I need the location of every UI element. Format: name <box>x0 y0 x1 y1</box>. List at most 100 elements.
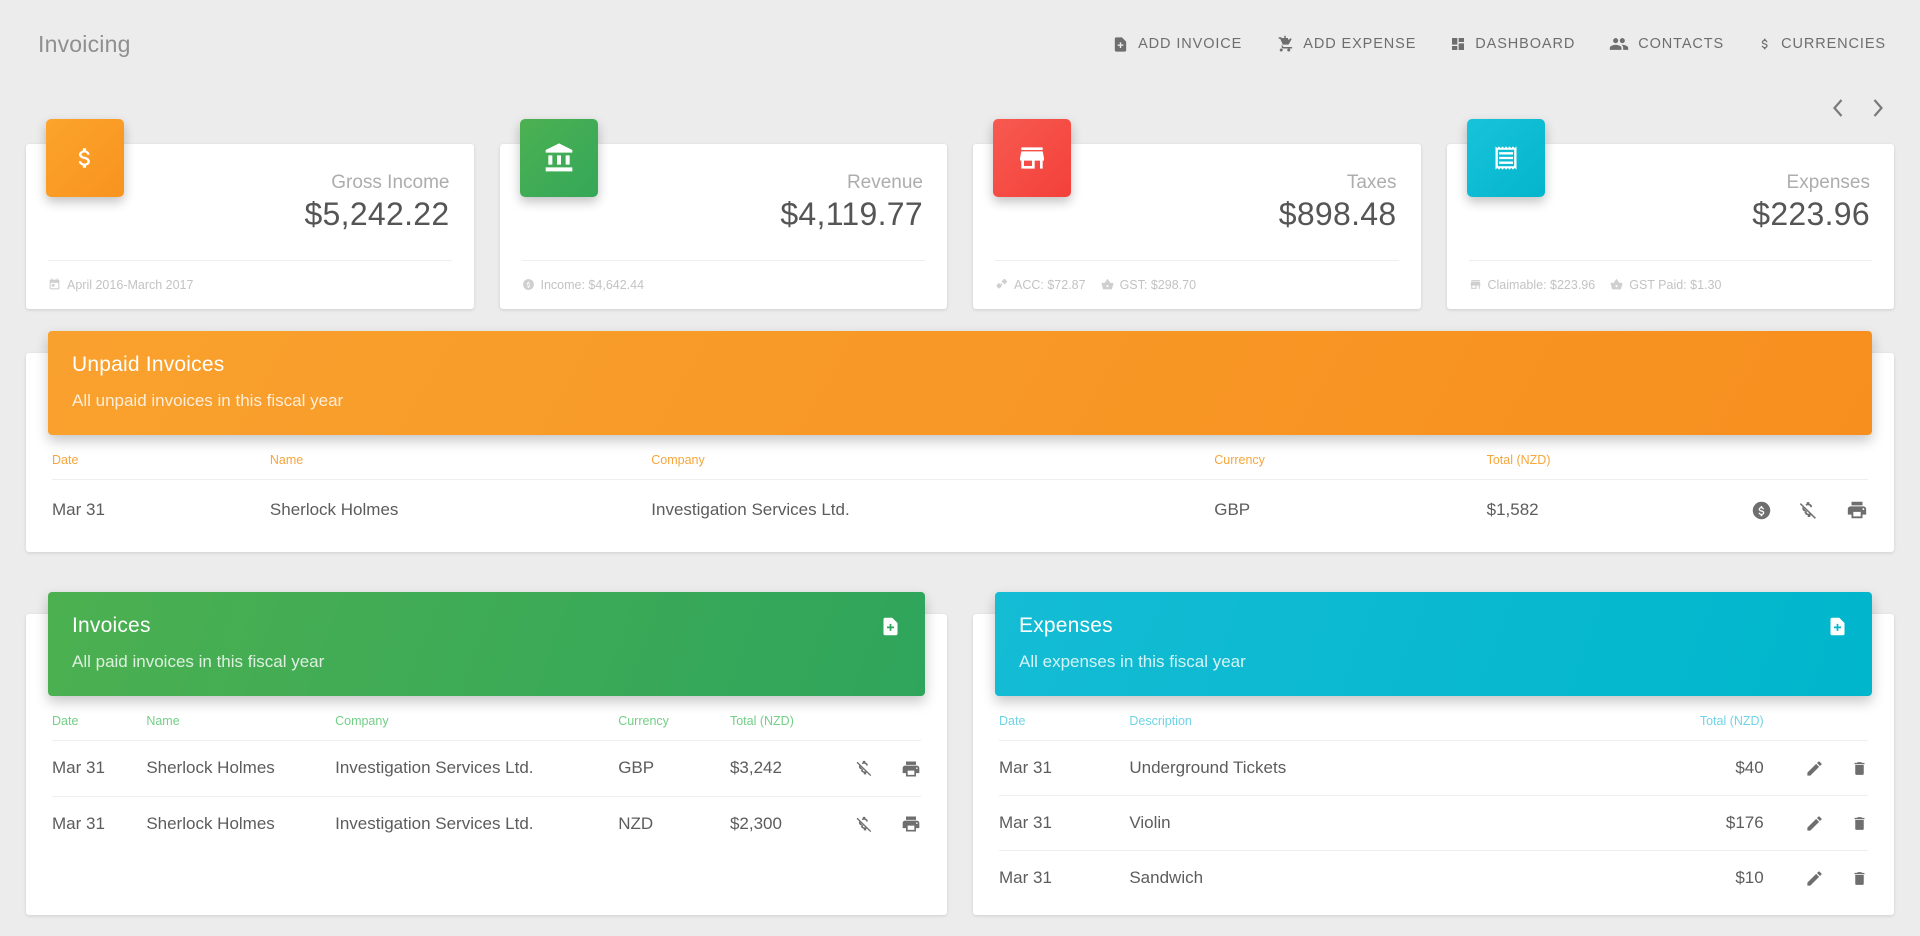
panel-title: Expenses <box>1019 614 1113 637</box>
calendar-icon <box>48 278 61 291</box>
table-row[interactable]: Mar 31 Sandwich $10 <box>999 851 1868 906</box>
edit-icon[interactable] <box>1783 813 1829 832</box>
card-value: $5,242.22 <box>304 195 450 232</box>
dollar-circle-icon <box>522 278 535 291</box>
dollar-slash-icon[interactable] <box>1776 499 1824 519</box>
footer-text: GST: $298.70 <box>1119 277 1197 292</box>
nav-item-add-expense[interactable]: ADD EXPENSE <box>1276 35 1416 53</box>
col-name: Name <box>146 714 336 741</box>
expenses-table: Date Description Total (NZD) Mar 31 Unde… <box>999 714 1868 905</box>
file-add-icon <box>880 616 901 637</box>
table-row[interactable]: Mar 31 Sherlock Holmes Investigation Ser… <box>52 796 921 851</box>
expenses-panel: Expenses All expenses in this fiscal yea… <box>973 592 1894 916</box>
nav-item-add-invoice[interactable]: ADD INVOICE <box>1112 36 1242 53</box>
footer-text: GST Paid: $1.30 <box>1629 277 1722 292</box>
nav-item-contacts[interactable]: CONTACTS <box>1609 34 1724 54</box>
cell-total: $3,242 <box>729 740 834 797</box>
cell-currency: GBP <box>1214 500 1251 519</box>
nav-label: CONTACTS <box>1638 36 1725 52</box>
cell-name: Sherlock Holmes <box>146 740 336 797</box>
nav-item-currencies[interactable]: CURRENCIES <box>1758 35 1886 53</box>
delete-icon[interactable] <box>1829 813 1868 832</box>
col-name: Name <box>269 453 652 480</box>
top-bar: Invoicing ADD INVOICE ADD EXPENSE DASHBO… <box>0 0 1920 88</box>
cell-date: Mar 31 <box>52 740 147 797</box>
panel-title: Unpaid Invoices <box>72 353 225 376</box>
delete-icon[interactable] <box>1829 758 1868 777</box>
dollar-sign-icon <box>46 119 124 197</box>
print-icon[interactable] <box>879 758 921 777</box>
col-currency: Currency <box>618 714 730 741</box>
contacts-icon <box>1609 34 1629 54</box>
col-actions <box>833 714 921 741</box>
cell-actions <box>1764 851 1868 906</box>
print-icon[interactable] <box>1824 499 1868 519</box>
cell-actions <box>1763 795 1868 852</box>
dollar-slash-icon[interactable] <box>833 814 879 833</box>
card-label: Taxes <box>1346 171 1397 193</box>
cell-currency: NZD <box>618 813 654 833</box>
table-row[interactable]: Mar 31 Underground Tickets $40 <box>999 740 1868 797</box>
dollar-circle-icon[interactable] <box>1729 499 1777 519</box>
nav-item-dashboard[interactable]: DASHBOARD <box>1450 36 1575 52</box>
card-label: Expenses <box>1786 171 1870 193</box>
cell-name: Sherlock Holmes <box>269 500 399 519</box>
edit-icon[interactable] <box>1783 868 1829 887</box>
cell-actions <box>1763 740 1868 797</box>
card-value: $4,119.77 <box>780 195 923 232</box>
cell-date: Mar 31 <box>999 740 1130 797</box>
cell-company: Investigation Services Ltd. <box>335 813 534 833</box>
summary-cards: Gross Income $5,242.22 April 2016-March … <box>0 119 1920 309</box>
card-value: $898.48 <box>1278 195 1397 232</box>
cell-total: $10 <box>1735 868 1764 888</box>
cell-company: Investigation Services Ltd. <box>651 500 850 519</box>
card-footer: ACC: $72.87 GST: $298.70 <box>995 260 1399 308</box>
col-company: Company <box>335 714 619 741</box>
page-title: Invoicing <box>38 30 131 57</box>
add-expense-button[interactable] <box>1827 616 1848 637</box>
cell-description: Sandwich <box>1129 868 1204 888</box>
cell-description: Underground Tickets <box>1129 740 1590 797</box>
dollar-slash-icon[interactable] <box>833 758 879 777</box>
edit-icon[interactable] <box>1783 758 1829 777</box>
col-currency: Currency <box>1214 453 1487 480</box>
cell-actions <box>1705 480 1868 541</box>
card-footer: Income: $4,642.44 <box>521 260 925 308</box>
invoices-table: Date Name Company Currency Total (NZD) M… <box>52 714 921 851</box>
nav-label: DASHBOARD <box>1475 36 1576 52</box>
card-label: Revenue <box>846 171 923 193</box>
table-row[interactable]: Mar 31 Sherlock Holmes Investigation Ser… <box>52 480 1868 541</box>
store-icon <box>1469 278 1482 291</box>
bank-icon <box>519 119 598 197</box>
file-add-icon <box>1112 36 1129 53</box>
cell-company: Investigation Services Ltd. <box>335 740 619 797</box>
chevron-right-icon[interactable] <box>1871 98 1884 118</box>
panel-title: Invoices <box>72 614 151 637</box>
footer-item: GST Paid: $1.30 <box>1610 278 1721 292</box>
dashboard-icon <box>1450 36 1466 52</box>
table-header-row: Date Name Company Currency Total (NZD) <box>52 714 921 741</box>
receipt-icon <box>1466 119 1545 197</box>
delete-icon[interactable] <box>1829 868 1868 887</box>
add-invoice-button[interactable] <box>880 616 901 637</box>
footer-item: GST: $298.70 <box>1101 278 1196 292</box>
file-add-icon <box>1827 616 1848 637</box>
cell-total: $40 <box>1589 740 1764 797</box>
table-row[interactable]: Mar 31 Violin $176 <box>999 795 1868 852</box>
cell-total: $1,582 <box>1486 500 1539 519</box>
col-total: Total (NZD) <box>1589 714 1764 741</box>
footer-item: April 2016-March 2017 <box>48 278 193 292</box>
col-description: Description <box>1129 714 1590 741</box>
col-date: Date <box>52 453 270 480</box>
table-row[interactable]: Mar 31 Sherlock Holmes Investigation Ser… <box>52 740 921 797</box>
footer-item: ACC: $72.87 <box>995 278 1086 292</box>
footer-text: Income: $4,642.44 <box>540 277 645 292</box>
chevron-left-icon[interactable] <box>1832 98 1845 118</box>
col-total: Total (NZD) <box>729 714 834 741</box>
print-icon[interactable] <box>879 814 921 833</box>
main-nav: ADD INVOICE ADD EXPENSE DASHBOARD CONTAC… <box>1112 34 1886 54</box>
cart-add-icon <box>1276 35 1294 53</box>
dollar-sign-icon <box>1758 35 1772 53</box>
unpaid-invoices-table: Date Name Company Currency Total (NZD) M… <box>52 453 1868 540</box>
card-footer: April 2016-March 2017 <box>48 260 452 308</box>
